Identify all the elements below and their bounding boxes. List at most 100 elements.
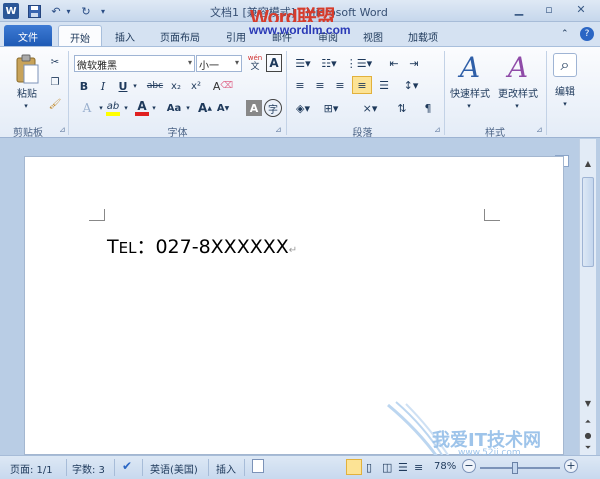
bullets-icon[interactable]: ☰▾ [292,55,314,71]
character-shading-button[interactable]: A [246,100,262,116]
word-app-icon[interactable]: W [3,3,19,19]
underline-dropdown-arrow[interactable]: ▾ [131,78,139,94]
styles-launcher-icon[interactable]: ⊿ [536,125,543,134]
status-insert-mode[interactable]: 插入 [216,461,236,476]
scroll-down-icon[interactable]: ▼ [581,397,595,411]
shading-icon[interactable]: ◈▾ [292,99,314,117]
numbering-icon[interactable]: ☷▾ [318,55,340,71]
redo-icon[interactable]: ↻ [78,3,94,19]
increase-indent-icon[interactable]: ⇥ [406,55,422,71]
proofing-icon[interactable]: ✔ [122,459,132,473]
scroll-thumb[interactable] [582,177,594,267]
borders-icon[interactable]: ⊞▾ [320,99,342,117]
highlight-dropdown-arrow[interactable]: ▾ [122,99,130,117]
tab-view[interactable]: 视图 [363,25,383,46]
web-layout-icon[interactable]: ◫ [382,461,392,474]
paste-dropdown-arrow[interactable]: ▾ [20,101,32,111]
bold-button[interactable]: B [77,78,91,94]
align-right-icon[interactable]: ≡ [332,77,348,93]
full-screen-reading-icon[interactable]: ▯ [366,461,372,474]
zoom-in-icon[interactable]: + [564,459,578,473]
italic-button[interactable]: I [96,78,110,94]
maximize-icon[interactable]: ▫ [538,3,560,19]
help-icon[interactable]: ? [580,27,594,41]
show-marks-icon[interactable]: ¶ [420,99,436,117]
paragraph-launcher-icon[interactable]: ⊿ [434,125,441,134]
clipboard-launcher-icon[interactable]: ⊿ [59,125,66,134]
underline-button[interactable]: U [116,78,130,94]
find-binoculars-icon[interactable]: ⌕ [553,53,577,77]
minimize-icon[interactable]: ▁ [508,3,530,19]
justify-icon[interactable]: ≡ [352,76,372,94]
change-styles-icon[interactable]: A [500,51,536,84]
quick-styles-label[interactable]: 快速样式 [447,85,493,100]
undo-icon[interactable]: ↶ [48,3,64,19]
align-center-icon[interactable]: ≡ [312,77,328,93]
change-styles-dropdown-arrow[interactable]: ▾ [511,101,523,111]
macro-record-icon[interactable] [252,459,264,473]
cut-icon[interactable]: ✂ [48,55,62,69]
next-page-icon[interactable]: ⏷ [581,441,595,455]
font-size-combo[interactable]: 小一 ▾ [196,55,242,72]
editing-dropdown-arrow[interactable]: ▾ [559,99,571,109]
quick-styles-dropdown-arrow[interactable]: ▾ [463,101,475,111]
separator [444,51,445,135]
tab-home[interactable]: 开始 [58,25,102,46]
chinese-layout-icon[interactable]: ⨯▾ [358,99,382,117]
tab-file[interactable]: 文件 [4,25,52,46]
qat-customize-arrow[interactable]: ▾ [98,3,108,19]
multilevel-list-icon[interactable]: ⋮☰▾ [344,55,374,71]
scroll-up-icon[interactable]: ▲ [581,157,595,171]
save-icon[interactable] [26,3,42,19]
strikethrough-button[interactable]: abc [145,78,165,94]
paste-icon[interactable] [12,53,42,87]
shrink-font-button[interactable]: A ▼ [216,99,230,117]
font-color-dropdown-arrow[interactable]: ▾ [150,99,158,117]
paste-button-label[interactable]: 粘贴 [12,85,42,100]
zoom-slider-thumb[interactable] [512,462,518,474]
character-border-icon[interactable]: A [266,54,282,72]
superscript-button[interactable]: x² [188,78,204,94]
zoom-slider-track[interactable] [480,467,560,469]
status-word-count[interactable]: 字数: 3 [72,461,105,476]
phonetic-guide-icon[interactable]: wén 文 [246,54,264,72]
align-left-icon[interactable]: ≡ [292,77,308,93]
editing-button-label[interactable]: 编辑 [549,83,581,98]
tab-references[interactable]: 引用 [226,25,246,46]
tab-insert[interactable]: 插入 [115,25,135,46]
decrease-indent-icon[interactable]: ⇤ [386,55,402,71]
font-name-combo[interactable]: 微软雅黑 ▾ [74,55,195,72]
font-color-button[interactable]: A [134,99,150,117]
tab-addins[interactable]: 加载项 [408,25,438,46]
ribbon-minimize-icon[interactable]: ⌃ [561,25,569,46]
document-text[interactable]: TEL：027-8XXXXXX↵ [107,232,297,259]
outline-view-icon[interactable]: ☰ [398,461,408,474]
zoom-out-icon[interactable]: − [462,459,476,473]
change-styles-label[interactable]: 更改样式 [495,85,541,100]
copy-icon[interactable]: ❐ [48,75,62,89]
clear-formatting-button[interactable]: A ⌫ [213,77,233,95]
grow-font-button[interactable]: A ▲ [198,99,212,117]
change-case-button[interactable]: Aa [164,99,184,117]
text-effects-icon[interactable]: A [77,99,97,117]
previous-page-icon[interactable]: ⏶ [581,415,595,429]
sort-icon[interactable]: ⇅ [394,99,410,117]
change-case-dropdown-arrow[interactable]: ▾ [184,99,192,117]
print-layout-view-icon[interactable] [346,459,362,475]
quick-styles-icon[interactable]: A [452,51,488,84]
subscript-button[interactable]: x₂ [168,78,184,94]
close-icon[interactable]: ✕ [570,3,592,19]
line-spacing-icon[interactable]: ↕▾ [400,77,422,93]
format-painter-icon[interactable]: 🖌 [48,97,62,111]
font-launcher-icon[interactable]: ⊿ [275,125,282,134]
vertical-scrollbar[interactable]: ▲ ▼ ⏶ ● ⏷ [579,139,596,455]
status-page-count[interactable]: 页面: 1/1 [10,461,53,476]
undo-dropdown-arrow[interactable]: ▾ [64,3,73,19]
zoom-level[interactable]: 78% [434,461,456,472]
highlight-button[interactable]: ab [104,99,122,117]
tab-page-layout[interactable]: 页面布局 [160,25,200,46]
enclose-characters-button[interactable]: 字 [264,99,282,117]
status-language[interactable]: 英语(美国) [150,461,198,476]
distributed-icon[interactable]: ☰ [376,77,392,93]
draft-view-icon[interactable]: ≡ [414,461,423,474]
